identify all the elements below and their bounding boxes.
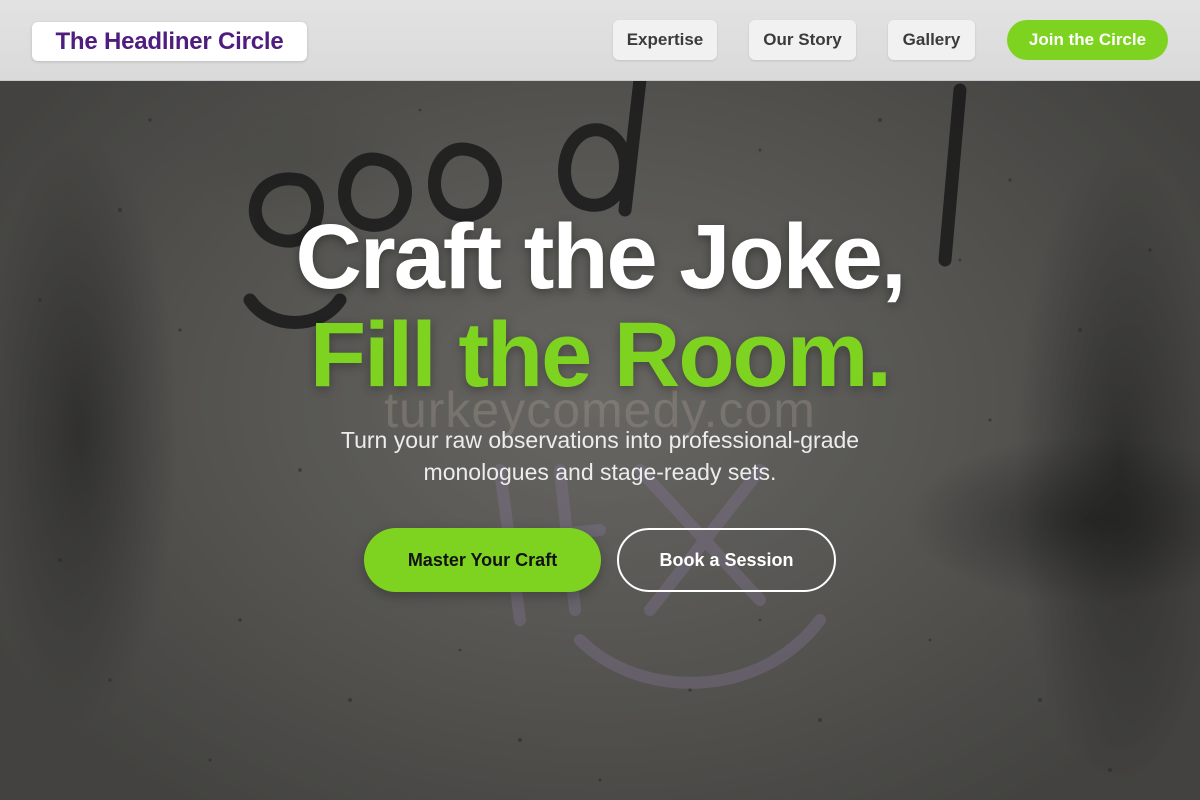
book-session-button[interactable]: Book a Session [617, 528, 836, 592]
hero-headline-line2: Fill the Room. [309, 304, 892, 406]
master-craft-button[interactable]: Master Your Craft [364, 528, 601, 592]
hero-section: Craft the Joke, turkeycomedy.com Fill th… [0, 0, 1200, 800]
hero-headline-line1: Craft the Joke, [295, 206, 906, 308]
hero-subtitle: Turn your raw observations into professi… [340, 427, 860, 485]
